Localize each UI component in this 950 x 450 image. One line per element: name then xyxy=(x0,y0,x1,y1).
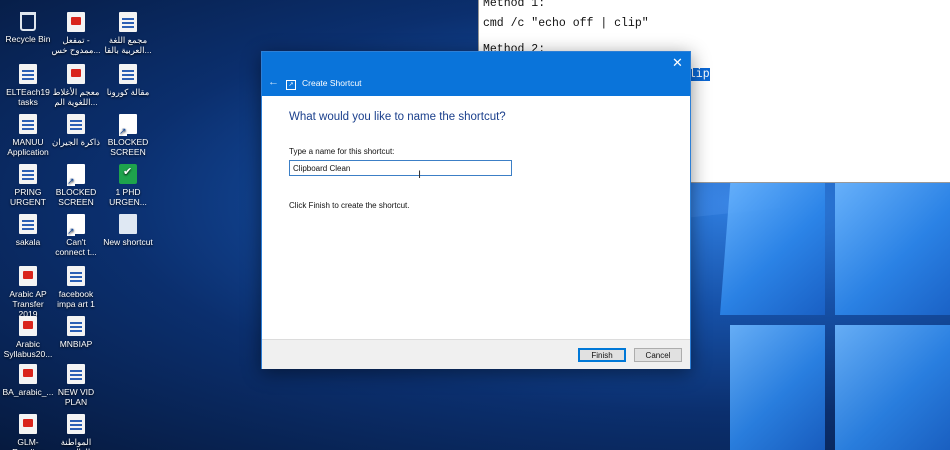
doc-file-icon xyxy=(119,64,137,84)
desktop-icon[interactable]: BA_arabic_... xyxy=(2,364,54,397)
desktop-icon-label: BLOCKED SCREEN xyxy=(55,187,97,207)
shortcut-file-icon xyxy=(119,114,137,136)
desktop-icon-label: MNBIAP xyxy=(59,339,93,349)
desktop-icon[interactable]: Recycle Bin xyxy=(2,12,54,44)
logo-pane xyxy=(835,325,950,450)
doc-file-icon xyxy=(19,214,37,234)
desktop-icon-label: NEW VID PLAN xyxy=(57,387,95,407)
desktop-icon[interactable]: NEW VID PLAN xyxy=(50,364,102,407)
bin-file-icon xyxy=(20,12,36,31)
doc-file-icon xyxy=(67,266,85,286)
desktop-icon[interactable]: ELTEach19 tasks xyxy=(2,64,54,107)
dialog-titlebar[interactable]: ← ↗ Create Shortcut ✕ xyxy=(262,52,690,96)
desktop-icon-label: Arabic Syllabus20... xyxy=(3,339,53,359)
desktop-icon-label: معجم الأغلاط اللغوية الم... xyxy=(52,87,100,107)
desktop-icon[interactable]: MNBIAP xyxy=(50,316,102,349)
desktop-icon-label: ذاكرة الجيران xyxy=(52,137,100,147)
doc-file-icon xyxy=(119,12,137,32)
desktop-icon[interactable]: BLOCKED SCREEN xyxy=(50,164,102,207)
desktop-icon-label: المواطنة العالمية بد... xyxy=(55,437,98,450)
pdf-file-icon xyxy=(19,316,37,336)
desktop-icon-label: مجمع اللغة العربية بالقا... xyxy=(104,35,152,55)
desktop-icon-label: Recycle Bin xyxy=(5,34,51,44)
close-icon[interactable]: ✕ xyxy=(672,55,683,71)
logo-pane xyxy=(720,180,825,315)
desktop-icon-label: Arabic AP Transfer 2019 xyxy=(9,289,47,319)
desktop-icon[interactable]: مجمع اللغة العربية بالقا... xyxy=(102,12,154,55)
finish-button[interactable]: Finish xyxy=(578,348,626,362)
doc-file-icon xyxy=(67,414,85,434)
pdf-file-icon xyxy=(19,414,37,434)
desktop-icon-label: Can't connect t... xyxy=(55,237,97,257)
desktop-icon-label: facebook impa art 1 xyxy=(57,289,95,309)
doc-file-icon xyxy=(67,364,85,384)
desktop-icon[interactable]: sakala xyxy=(2,214,54,247)
desktop-icon-label: sakala xyxy=(15,237,41,247)
desktop-icon-label: ELTEach19 tasks xyxy=(6,87,50,107)
shortcut-file-icon xyxy=(67,164,85,186)
desktop-icon[interactable]: تمفعل - ممدوح خس... xyxy=(50,12,102,55)
desktop-icon-label: BLOCKED SCREEN xyxy=(107,137,149,157)
desktop-icon-label: PRING URGENT xyxy=(10,187,46,207)
shortcut-name-input[interactable] xyxy=(289,160,512,176)
desktop-icon[interactable]: ذاكرة الجيران xyxy=(50,114,102,147)
doc-file-icon xyxy=(67,316,85,336)
desktop-icon[interactable]: BLOCKED SCREEN xyxy=(102,114,154,157)
desktop-icon-label: MANUU Application xyxy=(7,137,49,157)
dialog-heading: What would you like to name the shortcut… xyxy=(289,111,506,123)
desktop-icon-label: تمفعل - ممدوح خس... xyxy=(51,35,101,55)
logo-pane xyxy=(730,325,825,450)
finish-hint: Click Finish to create the shortcut. xyxy=(289,201,410,210)
dialog-title: Create Shortcut xyxy=(302,78,362,88)
shortcut-file-icon xyxy=(67,214,85,236)
windows-logo xyxy=(700,180,950,450)
text-cursor-icon: I xyxy=(418,169,422,181)
logo-pane xyxy=(835,180,950,315)
desktop-icon[interactable]: New shortcut xyxy=(102,214,154,247)
doc-file-icon xyxy=(19,64,37,84)
pdf-file-icon xyxy=(67,12,85,32)
desktop-icon[interactable]: المواطنة العالمية بد... xyxy=(50,414,102,450)
doc-file-icon xyxy=(19,114,37,134)
desktop-icon-label: 1 PHD URGEN... xyxy=(109,187,147,207)
doc-file-icon xyxy=(19,164,37,184)
shortcut-name-label: Type a name for this shortcut: xyxy=(289,147,395,156)
doc-file-icon xyxy=(67,114,85,134)
desktop-icon[interactable]: مقالة كورونا xyxy=(102,64,154,97)
notepad-line: cmd /c "echo off | clip" xyxy=(483,17,649,30)
blank-file-icon xyxy=(119,214,137,234)
check-file-icon xyxy=(119,164,137,184)
desktop-icon[interactable]: 1 PHD URGEN... xyxy=(102,164,154,207)
desktop-icon[interactable]: Can't connect t... xyxy=(50,214,102,257)
desktop-icon-label: GLM-Reading Arabic Liter... xyxy=(12,437,44,450)
desktop-icon-label: مقالة كورونا xyxy=(106,87,150,97)
pdf-file-icon xyxy=(67,64,85,84)
desktop-icon[interactable]: Arabic AP Transfer 2019 xyxy=(2,266,54,319)
create-shortcut-dialog: ← ↗ Create Shortcut ✕ What would you lik… xyxy=(261,51,691,369)
dialog-footer: Finish Cancel xyxy=(262,339,690,369)
desktop-icon[interactable]: facebook impa art 1 xyxy=(50,266,102,309)
desktop-icon-label: BA_arabic_... xyxy=(2,387,54,397)
cancel-button[interactable]: Cancel xyxy=(634,348,682,362)
desktop-icon[interactable]: GLM-Reading Arabic Liter... xyxy=(2,414,54,450)
shortcut-app-icon: ↗ xyxy=(286,80,296,90)
desktop-icon[interactable]: معجم الأغلاط اللغوية الم... xyxy=(50,64,102,107)
notepad-line: Method 1: xyxy=(483,0,546,10)
desktop-icon[interactable]: MANUU Application xyxy=(2,114,54,157)
pdf-file-icon xyxy=(19,364,37,384)
desktop-icon[interactable]: Arabic Syllabus20... xyxy=(2,316,54,359)
back-arrow-icon[interactable]: ← xyxy=(268,76,279,88)
desktop-icon[interactable]: PRING URGENT xyxy=(2,164,54,207)
desktop-icon-label: New shortcut xyxy=(103,237,153,247)
pdf-file-icon xyxy=(19,266,37,286)
